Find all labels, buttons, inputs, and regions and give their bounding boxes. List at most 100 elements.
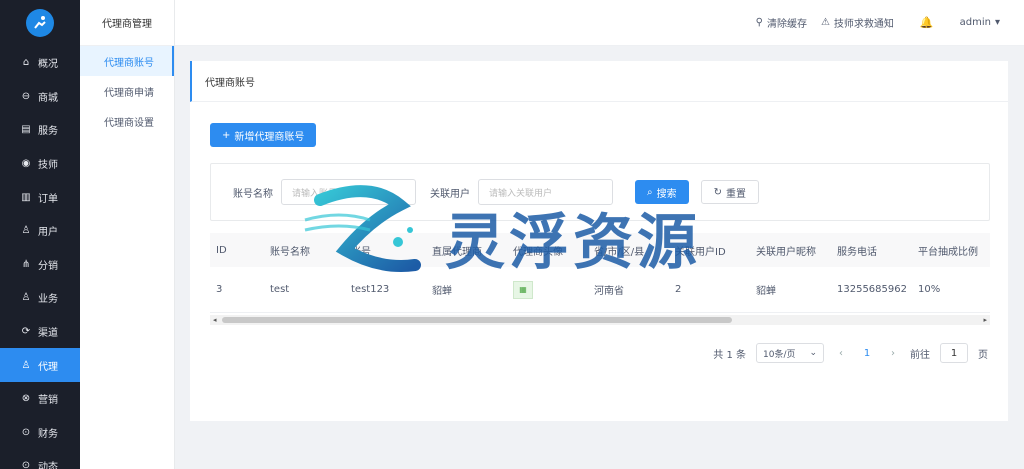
service-icon: ▤ — [21, 124, 31, 136]
account-name-placeholder: 请输入账号名称 — [292, 188, 356, 199]
table-cell: 貂蝉 — [432, 286, 452, 297]
sidebar-item-9[interactable]: ♙ 代理 — [0, 348, 80, 382]
home-icon: ⌂ — [22, 57, 30, 69]
sidebar-item-6[interactable]: ⋔ 分销 — [0, 248, 80, 282]
pagination: 共 1 条 10条/页 ⌄ ‹ 1 › 前往 1 页 — [713, 343, 988, 363]
search-form: 账号名称 请输入账号名称 关联用户 请输入关联用户 ⌕ 搜索 ↻ 重置 — [210, 163, 990, 221]
column-header: 关联用户昵称 — [756, 246, 816, 258]
more-icon: ⊙ — [21, 460, 31, 469]
column-header: 直属代理商 — [432, 246, 482, 258]
column-header: 平台抽成比例 — [918, 246, 978, 258]
tech-notice-label: 技师求救通知 — [833, 19, 894, 30]
page-number-current[interactable]: 1 — [858, 348, 876, 359]
sidebar-item-4[interactable]: ▥ 订单 — [0, 180, 80, 214]
goto-page-input[interactable]: 1 — [940, 343, 968, 363]
username: admin — [959, 17, 991, 28]
table-cell: test123 — [351, 284, 390, 295]
top-header: ⚲ 清除缓存 ⚠ 技师求救通知 🔔 admin ▾ — [175, 0, 1024, 46]
distribution-icon: ⋔ — [21, 258, 31, 270]
sidebar-item-8[interactable]: ⟳ 渠道 — [0, 315, 80, 349]
scroll-left-icon[interactable]: ◂ — [213, 315, 217, 325]
table-body: 3 test test123 貂蝉 ▦ 河南省 2 貂蝉 13255685962 10% — [210, 267, 990, 313]
sidebar-item-3[interactable]: ◉ 技师 — [0, 147, 80, 181]
alarm-icon: ⚠ — [820, 17, 830, 28]
page-suffix: 页 — [978, 349, 988, 361]
add-agent-button[interactable]: + 新增代理商账号 — [210, 123, 317, 147]
brush-icon: ⚲ — [755, 17, 763, 28]
sidebar-item-1[interactable]: ⊖ 商城 — [0, 80, 80, 114]
avatar[interactable]: ▦ — [513, 280, 533, 299]
sub-sidebar-item-1[interactable]: 代理商申请 — [80, 76, 174, 106]
column-header: 账号名称 — [270, 246, 310, 258]
next-page-icon[interactable]: › — [886, 348, 900, 359]
scroll-thumb[interactable] — [222, 317, 732, 323]
account-name-label: 账号名称 — [233, 188, 273, 200]
sidebar-item-label: 营销 — [38, 395, 58, 407]
technician-icon: ◉ — [21, 158, 31, 170]
marketing-icon: ⊗ — [21, 393, 31, 405]
app-logo-icon[interactable] — [26, 9, 54, 37]
scroll-right-icon[interactable]: ▸ — [983, 315, 987, 325]
related-user-label: 关联用户 — [430, 188, 470, 200]
chevron-down-icon: ▾ — [994, 17, 1000, 28]
store-icon: ⊖ — [21, 90, 31, 102]
user-icon: ♙ — [21, 225, 31, 237]
table-cell: 10% — [918, 284, 941, 295]
reset-button[interactable]: ↻ 重置 — [700, 180, 759, 204]
goto-page-value: 1 — [950, 347, 958, 359]
agent-account-card: 代理商账号 + 新增代理商账号 账号名称 请输入账号名称 关联用户 请输入关联用… — [190, 61, 1008, 421]
horizontal-scrollbar[interactable]: ◂ ▸ — [210, 315, 990, 325]
search-button[interactable]: ⌕ 搜索 — [635, 180, 689, 204]
finance-icon: ⊙ — [21, 426, 31, 438]
business-icon: ♙ — [21, 292, 31, 304]
search-icon: ⌕ — [647, 186, 653, 198]
sub-sidebar-title: 代理商管理 — [80, 0, 174, 46]
prev-page-icon[interactable]: ‹ — [834, 348, 848, 359]
table-cell: 2 — [675, 284, 682, 295]
clear-cache-button[interactable]: ⚲ 清除缓存 — [756, 15, 807, 30]
clear-cache-label: 清除缓存 — [766, 19, 807, 30]
order-icon: ▥ — [21, 191, 31, 203]
table-cell: 13255685962 — [837, 284, 907, 295]
bell-icon[interactable]: 🔔 — [920, 16, 934, 29]
sidebar-item-label: 分销 — [38, 260, 58, 272]
avatar-cell: ▦ — [507, 280, 588, 299]
sidebar-item-2[interactable]: ▤ 服务 — [0, 113, 80, 147]
column-header: 代理商头像 — [513, 246, 563, 258]
logo-area — [0, 0, 80, 46]
sub-sidebar: 代理商管理 代理商账号 代理商申请 代理商设置 — [80, 0, 175, 469]
chevron-down-icon: ⌄ — [809, 348, 817, 358]
tech-notice-button[interactable]: ⚠ 技师求救通知 — [821, 15, 894, 30]
user-menu[interactable]: admin ▾ — [960, 17, 1000, 28]
column-header: 省/市/区/县 — [594, 246, 645, 258]
table-cell: test — [270, 284, 290, 295]
table-row[interactable]: 3 test test123 貂蝉 ▦ 河南省 2 貂蝉 13255685962 10% — [210, 267, 990, 313]
sidebar-item-11[interactable]: ⊙ 财务 — [0, 416, 80, 450]
page-size-select[interactable]: 10条/页 ⌄ — [756, 343, 824, 363]
sidebar-item-10[interactable]: ⊗ 营销 — [0, 382, 80, 416]
add-agent-label: 新增代理商账号 — [234, 131, 305, 143]
sub-sidebar-item-2[interactable]: 代理商设置 — [80, 106, 174, 136]
column-header: 服务电话 — [837, 246, 877, 258]
sidebar-item-label: 动态 — [38, 462, 58, 469]
table-cell: 河南省 — [594, 286, 624, 297]
goto-label: 前往 — [910, 349, 930, 361]
sub-sidebar-item-0[interactable]: 代理商账号 — [80, 46, 174, 76]
refresh-icon: ↻ — [713, 186, 722, 198]
sidebar-item-label: 概况 — [38, 59, 58, 71]
sidebar-item-0[interactable]: ⌂ 概况 — [0, 46, 80, 80]
sidebar-item-label: 商城 — [38, 92, 58, 104]
sidebar-item-5[interactable]: ♙ 用户 — [0, 214, 80, 248]
channel-icon: ⟳ — [21, 326, 31, 338]
sidebar-item-label: 技师 — [38, 160, 58, 172]
sidebar-item-label: 业务 — [38, 294, 58, 306]
sidebar-item-label: 用户 — [38, 227, 58, 239]
account-name-input[interactable]: 请输入账号名称 — [281, 179, 416, 205]
sidebar-item-12[interactable]: ⊙ 动态 — [0, 449, 80, 469]
sidebar-item-7[interactable]: ♙ 业务 — [0, 281, 80, 315]
table-header: ID 账号名称 账号 直属代理商 代理商头像 省/市/区/县 关联用户ID 关联用户昵称 服务电… — [210, 233, 990, 267]
sidebar-item-label: 财务 — [38, 428, 58, 440]
search-button-label: 搜索 — [656, 188, 677, 200]
related-user-input[interactable]: 请输入关联用户 — [478, 179, 613, 205]
runner-logo-icon — [34, 16, 46, 29]
